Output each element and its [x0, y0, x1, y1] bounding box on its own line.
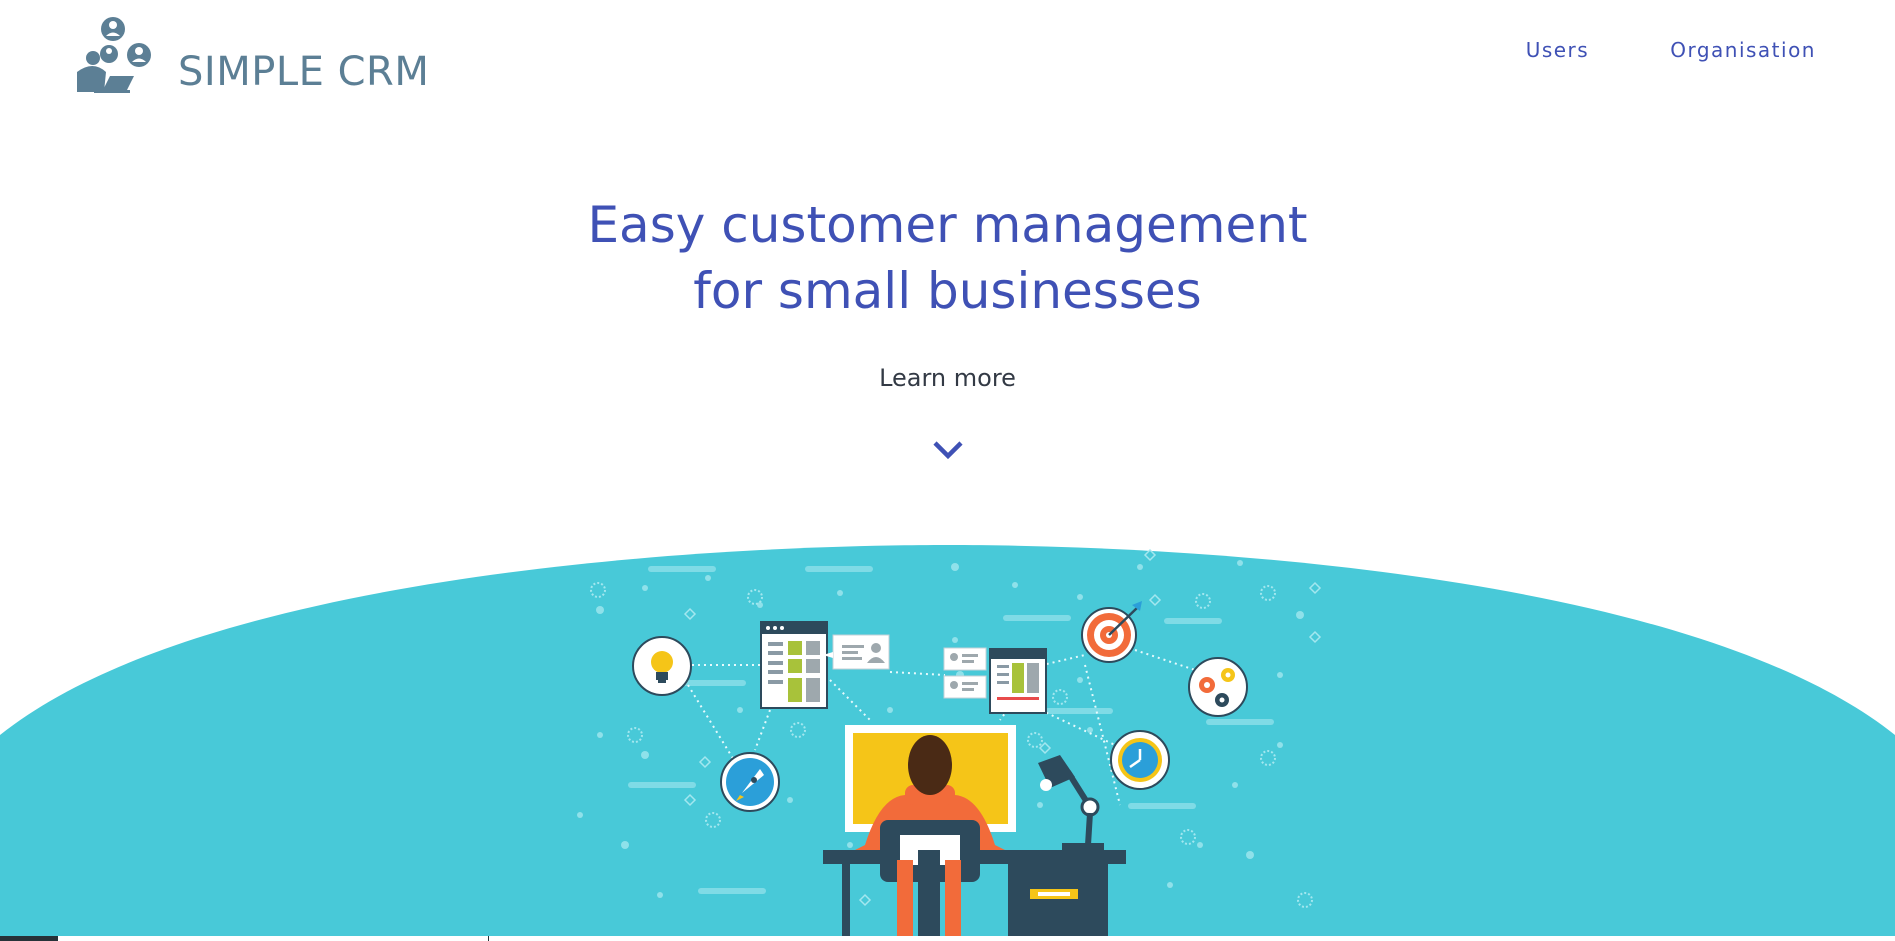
hero-title: Easy customer management for small busin…: [0, 192, 1895, 324]
hero-title-line-2: for small businesses: [693, 262, 1202, 320]
hero-title-line-1: Easy customer management: [587, 196, 1308, 254]
clock-icon: [1110, 730, 1170, 790]
logo[interactable]: SIMPLE CRM: [76, 16, 429, 94]
hero-illustration: [0, 545, 1895, 941]
profile-card-right: [989, 648, 1047, 714]
lightbulb-icon: [632, 636, 692, 696]
header: SIMPLE CRM Users Organisation: [0, 0, 1895, 110]
contact-bubble: [823, 634, 890, 670]
learn-more-link[interactable]: Learn more: [0, 364, 1895, 392]
bottom-strip-segment: [489, 936, 1895, 941]
nav-link-users[interactable]: Users: [1526, 38, 1590, 62]
main-nav: Users Organisation: [1526, 38, 1816, 62]
bottom-strip: [0, 936, 1895, 941]
bottom-strip-segment: [58, 936, 488, 941]
team-people-icon: [77, 17, 151, 93]
chevron-down-icon[interactable]: [930, 436, 966, 464]
rocket-icon: [720, 752, 780, 812]
profile-card-left: [760, 621, 828, 709]
gears-icon: [1188, 657, 1248, 717]
brand-name: SIMPLE CRM: [178, 49, 430, 95]
nav-link-organisation[interactable]: Organisation: [1670, 38, 1816, 62]
